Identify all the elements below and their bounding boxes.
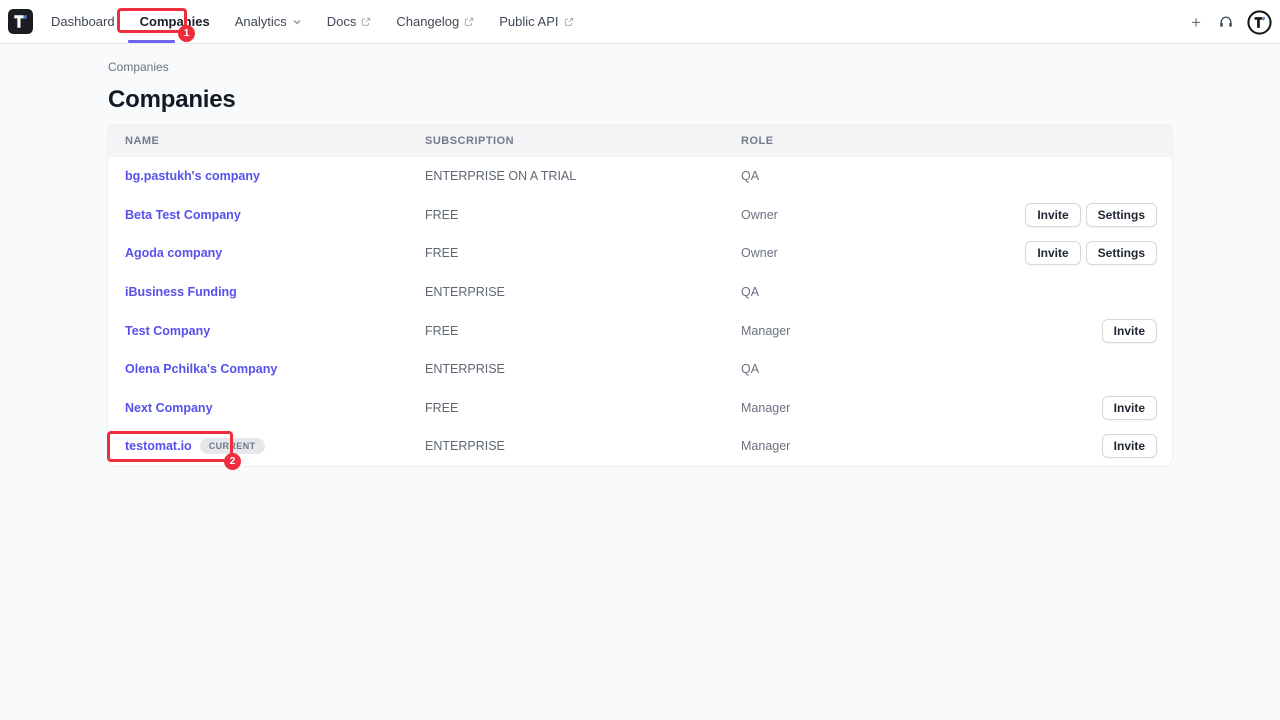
row-actions: Invite xyxy=(1102,319,1172,343)
subscription-cell: FREE xyxy=(425,246,741,260)
company-link[interactable]: Test Company xyxy=(125,324,210,338)
role-cell: Manager xyxy=(741,439,1102,453)
company-link[interactable]: iBusiness Funding xyxy=(125,285,237,299)
company-link[interactable]: Beta Test Company xyxy=(125,208,241,222)
table-row: Beta Test Company FREE Owner InviteSetti… xyxy=(108,196,1172,235)
subscription-cell: FREE xyxy=(425,208,741,222)
nav-companies[interactable]: Companies xyxy=(140,10,210,33)
row-actions: InviteSettings xyxy=(1025,203,1172,227)
subscription-cell: FREE xyxy=(425,324,741,338)
nav-public-api[interactable]: Public API xyxy=(499,10,573,33)
table-row: testomat.io CURRENT ENTERPRISE Manager I… xyxy=(108,427,1172,466)
nav-companies-label: Companies xyxy=(140,14,210,29)
subscription-cell: ENTERPRISE ON A TRIAL xyxy=(425,169,741,183)
company-link[interactable]: Next Company xyxy=(125,401,213,415)
company-link[interactable]: testomat.io xyxy=(125,439,192,453)
role-cell: Manager xyxy=(741,401,1102,415)
role-cell: Manager xyxy=(741,324,1102,338)
settings-button[interactable]: Settings xyxy=(1086,241,1157,265)
row-actions: Invite xyxy=(1102,396,1172,420)
breadcrumb[interactable]: Companies xyxy=(108,60,169,74)
table-row: Olena Pchilka's Company ENTERPRISE QA xyxy=(108,350,1172,389)
nav-docs[interactable]: Docs xyxy=(327,10,372,33)
external-link-icon xyxy=(361,17,371,27)
subscription-cell: ENTERPRISE xyxy=(425,362,741,376)
role-cell: QA xyxy=(741,169,1157,183)
nav-analytics-label: Analytics xyxy=(235,14,287,29)
table-row: Agoda company FREE Owner InviteSettings xyxy=(108,234,1172,273)
nav-dashboard-label: Dashboard xyxy=(51,14,115,29)
nav-public-api-label: Public API xyxy=(499,14,558,29)
table-row: bg.pastukh's company ENTERPRISE ON A TRI… xyxy=(108,157,1172,196)
external-link-icon xyxy=(564,17,574,27)
user-avatar[interactable] xyxy=(1247,10,1272,35)
add-button[interactable]: + xyxy=(1187,12,1205,33)
role-cell: Owner xyxy=(741,246,1025,260)
column-header-subscription: Subscription xyxy=(425,135,741,147)
invite-button[interactable]: Invite xyxy=(1025,241,1080,265)
nav-dashboard[interactable]: Dashboard xyxy=(51,10,115,33)
row-actions: Invite xyxy=(1102,434,1172,458)
column-header-name: Name xyxy=(108,135,425,147)
support-headset-icon[interactable] xyxy=(1218,14,1234,30)
company-link[interactable]: Agoda company xyxy=(125,246,222,260)
company-link[interactable]: Olena Pchilka's Company xyxy=(125,362,277,376)
subscription-cell: ENTERPRISE xyxy=(425,439,741,453)
active-tab-indicator xyxy=(128,40,175,43)
companies-table: Name Subscription Role bg.pastukh's comp… xyxy=(108,125,1172,466)
topbar: Dashboard Companies Analytics Docs Chang… xyxy=(0,0,1280,44)
current-badge: CURRENT xyxy=(200,438,265,454)
nav-changelog[interactable]: Changelog xyxy=(396,10,474,33)
subscription-cell: ENTERPRISE xyxy=(425,285,741,299)
invite-button[interactable]: Invite xyxy=(1102,434,1157,458)
settings-button[interactable]: Settings xyxy=(1086,203,1157,227)
main-nav: Dashboard Companies Analytics Docs Chang… xyxy=(51,10,574,33)
invite-button[interactable]: Invite xyxy=(1102,319,1157,343)
table-row: Next Company FREE Manager Invite xyxy=(108,389,1172,428)
role-cell: Owner xyxy=(741,208,1025,222)
chevron-down-icon xyxy=(292,17,302,27)
page-title: Companies xyxy=(108,86,236,114)
topbar-actions: + xyxy=(1187,0,1272,44)
role-cell: QA xyxy=(741,285,1157,299)
invite-button[interactable]: Invite xyxy=(1102,396,1157,420)
external-link-icon xyxy=(464,17,474,27)
table-header-row: Name Subscription Role xyxy=(108,125,1172,157)
nav-changelog-label: Changelog xyxy=(396,14,459,29)
invite-button[interactable]: Invite xyxy=(1025,203,1080,227)
app-logo-icon[interactable] xyxy=(8,9,33,34)
subscription-cell: FREE xyxy=(425,401,741,415)
table-row: iBusiness Funding ENTERPRISE QA xyxy=(108,273,1172,312)
nav-docs-label: Docs xyxy=(327,14,357,29)
nav-analytics[interactable]: Analytics xyxy=(235,10,302,33)
table-body: bg.pastukh's company ENTERPRISE ON A TRI… xyxy=(108,157,1172,466)
column-header-role: Role xyxy=(741,135,1172,147)
role-cell: QA xyxy=(741,362,1157,376)
table-row: Test Company FREE Manager Invite xyxy=(108,311,1172,350)
company-link[interactable]: bg.pastukh's company xyxy=(125,169,260,183)
row-actions: InviteSettings xyxy=(1025,241,1172,265)
